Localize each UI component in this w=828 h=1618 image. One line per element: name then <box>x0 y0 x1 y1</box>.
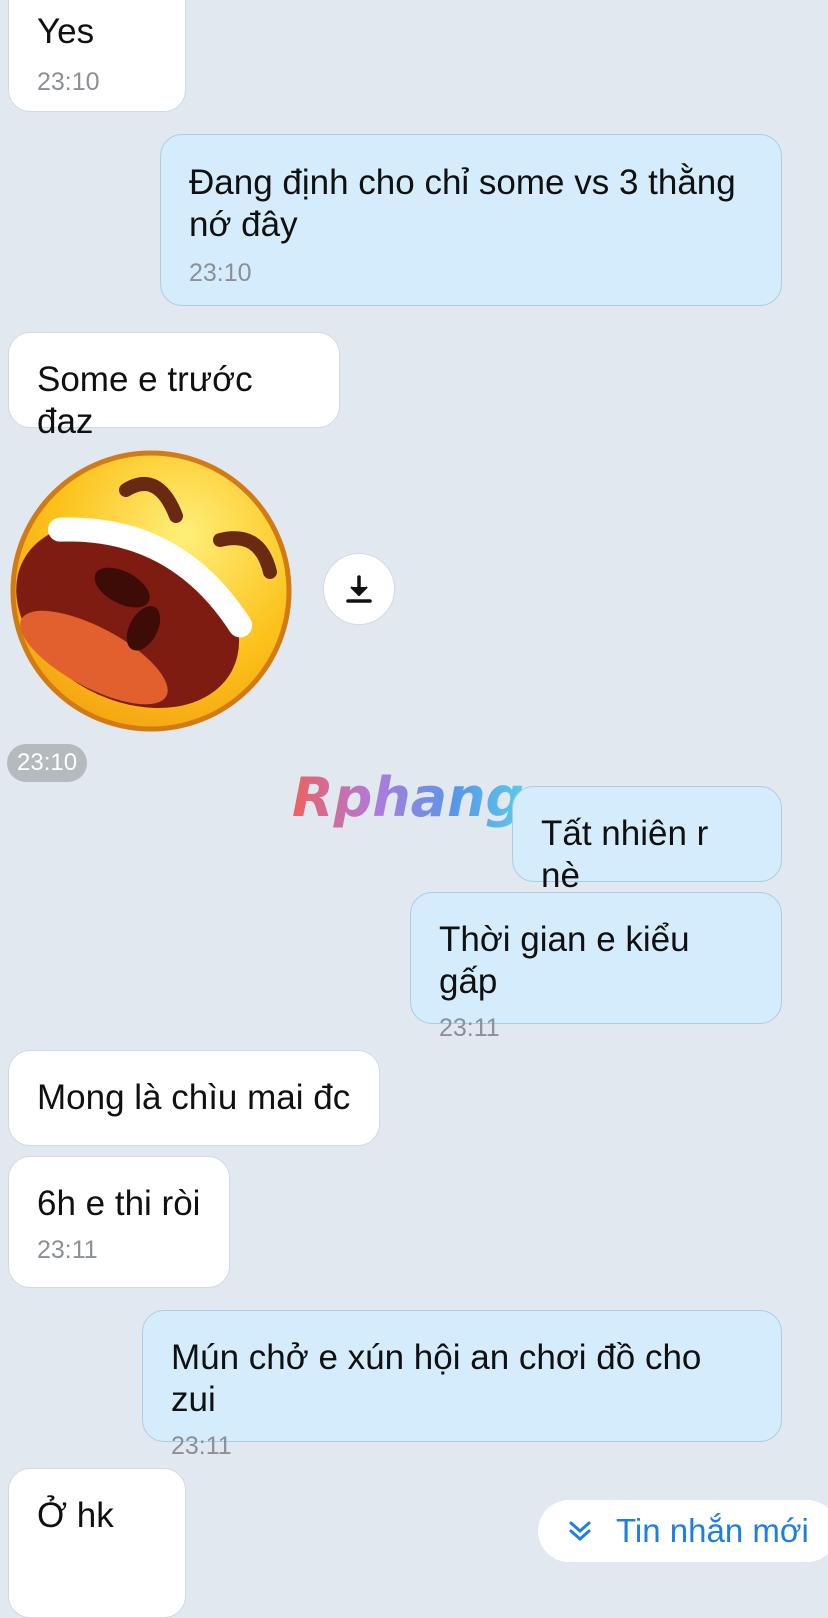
download-button[interactable] <box>323 553 395 625</box>
message-text: Some e trước đaz <box>37 360 253 441</box>
message-text: Ở hk <box>37 1496 114 1535</box>
svg-text:Rphang: Rphang <box>292 766 524 829</box>
incoming-message[interactable]: Some e trước đaz <box>8 332 340 441</box>
incoming-message[interactable]: Mong là chìu mai đc <box>8 1050 380 1146</box>
outgoing-message[interactable]: Mún chở e xún hội an chơi đồ cho zui 23:… <box>142 1310 782 1460</box>
message-time: 23:10 <box>37 68 100 96</box>
watermark-logo: Rphang <box>288 766 538 836</box>
sticker-timestamp: 23:10 <box>7 744 88 782</box>
message-time: 23:11 <box>37 1236 98 1264</box>
new-messages-button[interactable]: Tin nhắn mới <box>538 1500 828 1562</box>
message-time: 23:11 <box>171 1432 232 1460</box>
message-text: Đang định cho chỉ some vs 3 thằng nớ đây <box>189 163 736 244</box>
chat-thread: Yes 23:10 Đang định cho chỉ some vs 3 th… <box>0 0 828 1618</box>
outgoing-message[interactable]: Tất nhiên r nè <box>512 786 782 895</box>
incoming-message[interactable]: Ở hk <box>8 1468 186 1618</box>
incoming-message[interactable]: Yes 23:10 <box>8 0 186 112</box>
message-text: Thời gian e kiểu gấp <box>439 920 690 1001</box>
outgoing-message[interactable]: Đang định cho chỉ some vs 3 thằng nớ đây… <box>160 134 782 306</box>
message-time: 23:10 <box>189 259 252 287</box>
message-text: Yes <box>37 12 95 51</box>
message-text: 6h e thi ròi <box>37 1184 201 1223</box>
new-messages-label: Tin nhắn mới <box>616 1512 809 1549</box>
message-time: 23:11 <box>439 1014 500 1042</box>
message-text: Mún chở e xún hội an chơi đồ cho zui <box>171 1338 702 1419</box>
download-icon <box>346 575 372 603</box>
laughing-face-sticker[interactable] <box>8 448 294 734</box>
laughing-face-icon <box>10 450 292 732</box>
outgoing-message[interactable]: Thời gian e kiểu gấp 23:11 <box>410 892 782 1042</box>
incoming-message[interactable]: 6h e thi ròi 23:11 <box>8 1156 230 1288</box>
chevron-double-down-icon <box>569 1521 591 1541</box>
message-text: Tất nhiên r nè <box>541 814 709 895</box>
message-text: Mong là chìu mai đc <box>37 1078 351 1117</box>
